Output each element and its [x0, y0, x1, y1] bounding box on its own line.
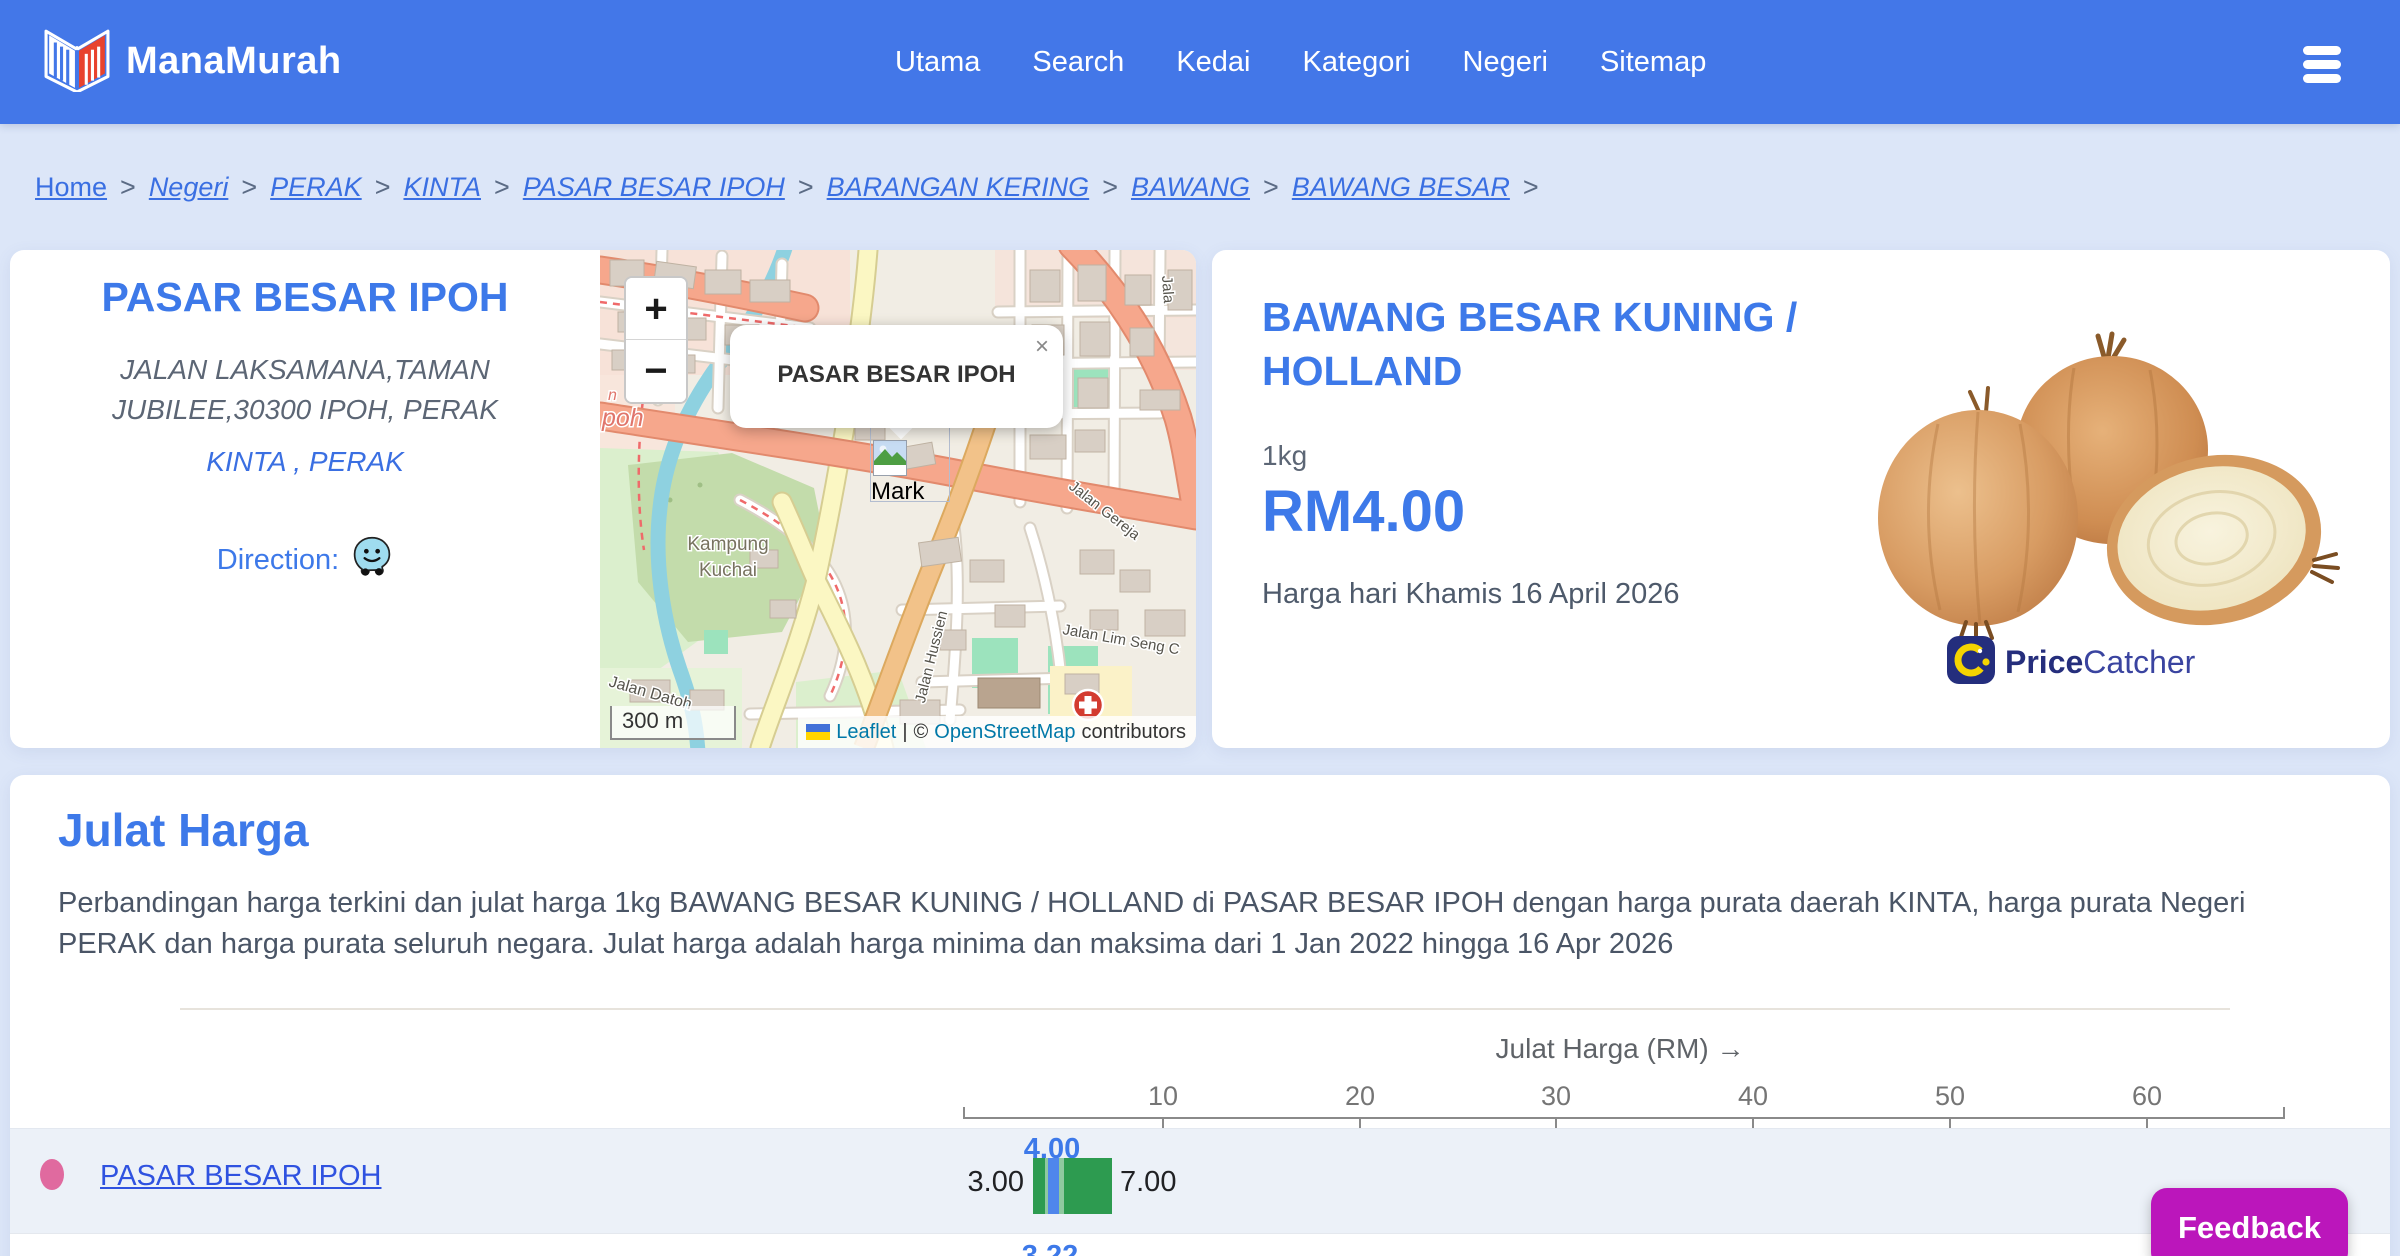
- map-marker-broken-image-icon[interactable]: [873, 440, 907, 476]
- map-label-poh: poh: [601, 404, 644, 432]
- breadcrumb-perak[interactable]: PERAK: [270, 172, 362, 203]
- breadcrumb-separator: >: [1102, 172, 1118, 202]
- map[interactable]: Kampung Kuchai Jalan Datoh Jalan Hussien…: [600, 250, 1196, 748]
- x-tick-50: 50: [1934, 1081, 1966, 1111]
- page: ManaMurah Utama Search Kedai Kategori Ne…: [0, 0, 2400, 1256]
- market-card: PASAR BESAR IPOH JALAN LAKSAMANA,TAMAN J…: [10, 250, 1196, 748]
- price-date: Harga hari Khamis 16 April 2026: [1262, 578, 1680, 610]
- market-district-state: KINTA , PERAK: [10, 446, 600, 478]
- x-tick-20: 20: [1344, 1081, 1376, 1111]
- district-link[interactable]: KINTA: [206, 446, 285, 477]
- breadcrumb-separator: >: [797, 172, 814, 202]
- nav-negeri[interactable]: Negeri: [1463, 46, 1548, 79]
- breadcrumb-home[interactable]: Home: [35, 172, 107, 203]
- feedback-button[interactable]: Feedback: [2151, 1188, 2348, 1256]
- zoom-out-button[interactable]: −: [626, 340, 686, 402]
- market-title: PASAR BESAR IPOH: [101, 274, 509, 320]
- pricecatcher-logo: PriceCatcher: [1947, 636, 2195, 689]
- direction-label: Direction:: [216, 543, 340, 576]
- map-popup: PASAR BESAR IPOH ×: [730, 325, 1063, 428]
- product-unit: 1kg: [1262, 440, 1308, 471]
- pricecatcher-word-catcher: Catcher: [2083, 644, 2196, 680]
- openstreetmap-link[interactable]: OpenStreetMap: [934, 721, 1075, 744]
- breadcrumb-separator: >: [493, 172, 510, 202]
- breadcrumb-negeri[interactable]: Negeri: [149, 172, 229, 203]
- attribution-contributors: contributors: [1081, 720, 1187, 743]
- attribution-divider: |: [902, 720, 908, 743]
- nav-sitemap[interactable]: Sitemap: [1600, 46, 1706, 79]
- pricecatcher-word-price: Price: [2005, 644, 2084, 680]
- product-title: BAWANG BESAR KUNING / HOLLAND: [1262, 294, 1798, 394]
- ukraine-flag-icon: [806, 724, 831, 740]
- app-header: ManaMurah Utama Search Kedai Kategori Ne…: [0, 0, 2400, 124]
- manamurah-logo-icon: [44, 26, 110, 97]
- chart-row-pasar-besar-ipoh: PASAR BESAR IPOH 4.00 3.00 7.00: [10, 1128, 2390, 1233]
- pricecatcher-icon: [1947, 636, 1995, 689]
- leaflet-link[interactable]: Leaflet: [836, 721, 896, 744]
- map-label-kuchai: Kuchai: [699, 560, 757, 581]
- section-title: Julat Harga: [58, 804, 309, 856]
- brand-title: ManaMurah: [126, 40, 342, 82]
- chart-axis-title: Julat Harga (RM) →: [1495, 1033, 1745, 1064]
- direction-row: Direction:: [10, 536, 600, 584]
- market-address: JALAN LAKSAMANA,TAMAN JUBILEE,30300 IPOH…: [112, 354, 498, 425]
- breadcrumb-separator: >: [1522, 172, 1539, 202]
- max-price-label: 7.00: [1120, 1166, 1177, 1198]
- breadcrumb: Home > Negeri > PERAK > KINTA > PASAR BE…: [35, 172, 1539, 203]
- map-label-n-fragment: n: [608, 387, 617, 404]
- copyright-symbol: ©: [913, 720, 929, 743]
- breadcrumb-kinta[interactable]: KINTA: [403, 172, 481, 203]
- nav-kategori[interactable]: Kategori: [1302, 46, 1410, 79]
- state-link[interactable]: PERAK: [309, 446, 404, 477]
- district-state-comma: ,: [285, 446, 309, 477]
- zoom-in-button[interactable]: +: [626, 278, 686, 340]
- breadcrumb-separator: >: [120, 172, 136, 202]
- breadcrumb-separator: >: [374, 172, 391, 202]
- map-attribution: Leaflet | © OpenStreetMap contributors: [798, 716, 1196, 748]
- map-popup-title: PASAR BESAR IPOH: [777, 361, 1016, 388]
- nav-utama[interactable]: Utama: [895, 46, 980, 79]
- map-zoom-control: + −: [624, 276, 688, 404]
- axis-end-cap: [2283, 1107, 2285, 1119]
- nav-search[interactable]: Search: [1032, 46, 1124, 79]
- map-scale-bar: 300 m: [610, 706, 736, 740]
- menu-icon[interactable]: [2303, 46, 2341, 88]
- nav-kedai[interactable]: Kedai: [1176, 46, 1250, 79]
- marker-alt-text: Mark: [871, 478, 925, 505]
- main-nav: Utama Search Kedai Kategori Negeri Sitem…: [895, 0, 1706, 124]
- breadcrumb-pasar-besar-ipoh[interactable]: PASAR BESAR IPOH: [523, 172, 785, 203]
- price-range-bar[interactable]: [1033, 1158, 1112, 1214]
- price-range-card: Julat Harga Perbandingan harga terkini d…: [10, 775, 2390, 1256]
- map-label-jala: Jala: [1158, 275, 1177, 304]
- map-label-kampung: Kampung: [687, 534, 768, 555]
- product-price: RM4.00: [1262, 479, 1466, 544]
- min-price-label: 3.00: [967, 1166, 1024, 1198]
- chart-row-next: 3.22: [10, 1233, 2390, 1256]
- breadcrumb-separator: >: [1263, 172, 1279, 202]
- popup-close-icon[interactable]: ×: [1035, 333, 1049, 361]
- product-image-onions: [1862, 328, 2342, 648]
- row-dot: [40, 1159, 64, 1190]
- breadcrumb-barangan-kering[interactable]: BARANGAN KERING: [827, 172, 1090, 203]
- x-tick-10: 10: [1147, 1081, 1179, 1111]
- brand[interactable]: ManaMurah: [44, 26, 342, 97]
- current-price-marker: [1048, 1158, 1059, 1214]
- breadcrumb-bawang[interactable]: BAWANG: [1131, 172, 1250, 203]
- x-tick-30: 30: [1540, 1081, 1572, 1111]
- section-description: Perbandingan harga terkini dan julat har…: [58, 887, 2246, 960]
- axis-end-cap: [963, 1107, 965, 1119]
- breadcrumb-bawang-besar[interactable]: BAWANG BESAR: [1292, 172, 1510, 203]
- row-market-link[interactable]: PASAR BESAR IPOH: [100, 1160, 382, 1193]
- market-info: PASAR BESAR IPOH JALAN LAKSAMANA,TAMAN J…: [10, 250, 600, 748]
- pricecatcher-wordmark: PriceCatcher: [2005, 644, 2195, 681]
- product-card: BAWANG BESAR KUNING / HOLLAND 1kg RM4.00…: [1212, 250, 2390, 748]
- waze-icon[interactable]: [351, 536, 393, 584]
- divider: [180, 1008, 2230, 1010]
- x-tick-60: 60: [2131, 1081, 2163, 1111]
- next-row-current-price: 3.22: [1021, 1240, 1079, 1256]
- breadcrumb-separator: >: [241, 172, 258, 202]
- x-tick-40: 40: [1737, 1081, 1769, 1111]
